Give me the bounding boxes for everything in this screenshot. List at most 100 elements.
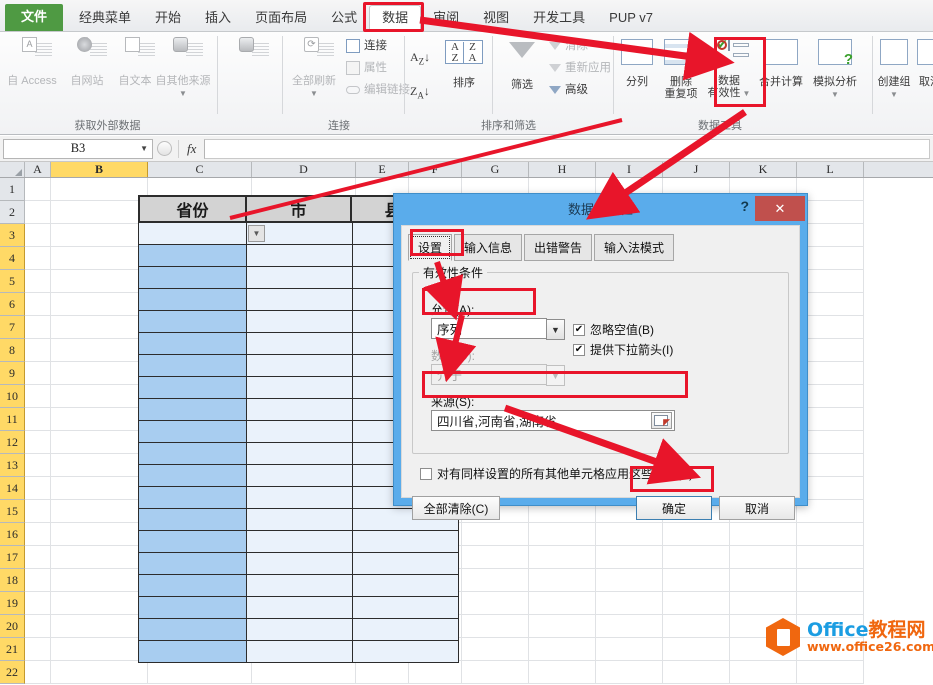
table-cell[interactable] <box>246 552 353 575</box>
button-sort-za[interactable]: ZA↓ <box>410 84 430 102</box>
grid-cell[interactable] <box>529 638 596 661</box>
table-cell[interactable] <box>138 530 247 553</box>
row-header-19[interactable]: 19 <box>0 592 25 615</box>
grid-cell[interactable] <box>730 546 797 569</box>
grid-cell[interactable] <box>596 569 663 592</box>
table-cell[interactable] <box>138 618 247 641</box>
table-cell[interactable] <box>138 552 247 575</box>
table-cell[interactable] <box>138 486 247 509</box>
column-header-c[interactable]: C <box>148 162 252 177</box>
range-selector-icon[interactable]: ◤ <box>651 412 672 429</box>
column-header-h[interactable]: H <box>529 162 596 177</box>
grid-cell[interactable] <box>529 569 596 592</box>
grid-cell[interactable] <box>51 431 148 454</box>
button-properties[interactable]: 属性 <box>346 61 387 75</box>
grid-cell[interactable] <box>25 477 51 500</box>
grid-cell[interactable] <box>596 661 663 684</box>
table-cell[interactable] <box>138 574 247 597</box>
button-group[interactable]: 创建组 ▼ <box>876 36 912 101</box>
button-what-if-analysis[interactable]: ? 模拟分析 ▼ <box>809 36 861 101</box>
button-refresh-all[interactable]: ⟳ 全部刷新 ▼ <box>285 36 343 100</box>
grid-cell[interactable] <box>356 661 409 684</box>
chevron-down-icon[interactable]: ▼ <box>809 89 861 101</box>
column-header-k[interactable]: K <box>730 162 797 177</box>
row-header-10[interactable]: 10 <box>0 385 25 408</box>
grid-cell[interactable] <box>51 201 148 224</box>
grid-cell[interactable] <box>51 247 148 270</box>
grid-cell[interactable] <box>25 339 51 362</box>
row-header-17[interactable]: 17 <box>0 546 25 569</box>
row-header-13[interactable]: 13 <box>0 454 25 477</box>
table-cell[interactable] <box>246 288 353 311</box>
grid-cell[interactable] <box>529 592 596 615</box>
table-cell[interactable] <box>246 640 353 663</box>
table-cell[interactable] <box>138 508 247 531</box>
grid-cell[interactable] <box>462 638 529 661</box>
button-ungroup[interactable]: 取消 <box>914 36 933 88</box>
grid-cell[interactable] <box>25 178 51 201</box>
table-cell[interactable] <box>138 354 247 377</box>
dialog-tab-ime-mode[interactable]: 输入法模式 <box>594 234 675 261</box>
grid-cell[interactable] <box>51 454 148 477</box>
grid-cell[interactable] <box>51 661 148 684</box>
table-cell[interactable] <box>138 464 247 487</box>
chevron-down-icon[interactable]: ▼ <box>546 365 565 386</box>
grid-cell[interactable] <box>51 316 148 339</box>
grid-cell[interactable] <box>51 178 148 201</box>
allow-combo[interactable]: 序列 ▼ <box>431 318 565 340</box>
grid-cell[interactable] <box>25 615 51 638</box>
row-header-14[interactable]: 14 <box>0 477 25 500</box>
grid-cell[interactable] <box>25 201 51 224</box>
table-cell[interactable] <box>138 640 247 663</box>
table-cell[interactable] <box>246 618 353 641</box>
tab-file[interactable]: 文件 <box>5 4 64 31</box>
table-cell[interactable] <box>138 244 247 267</box>
in-cell-dropdown-checkbox[interactable]: ✔ 提供下拉箭头(I) <box>573 341 673 358</box>
chevron-down-icon[interactable]: ▼ <box>150 88 216 100</box>
row-header-1[interactable]: 1 <box>0 178 25 201</box>
grid-cell[interactable] <box>596 592 663 615</box>
button-from-access[interactable]: A 自 Access <box>3 36 61 87</box>
row-header-2[interactable]: 2 <box>0 201 25 224</box>
tab-formulas[interactable]: 公式 <box>319 6 369 31</box>
formula-expand-button[interactable] <box>157 141 172 156</box>
grid-cell[interactable] <box>596 638 663 661</box>
row-header-8[interactable]: 8 <box>0 339 25 362</box>
grid-cell[interactable] <box>25 316 51 339</box>
grid-cell[interactable] <box>51 523 148 546</box>
ok-button[interactable]: 确定 <box>636 496 712 520</box>
grid-cell[interactable] <box>730 592 797 615</box>
chevron-down-icon[interactable]: ▼ <box>285 88 343 100</box>
grid-cell[interactable] <box>25 592 51 615</box>
grid-cell[interactable] <box>797 592 864 615</box>
grid-cell[interactable] <box>51 270 148 293</box>
grid-cell[interactable] <box>25 385 51 408</box>
grid-cell[interactable] <box>663 569 730 592</box>
table-cell[interactable] <box>138 332 247 355</box>
grid-cell[interactable] <box>25 431 51 454</box>
table-cell[interactable] <box>246 354 353 377</box>
table-cell[interactable] <box>246 530 353 553</box>
grid-cell[interactable] <box>51 569 148 592</box>
grid-cell[interactable] <box>25 293 51 316</box>
grid-cell[interactable] <box>51 638 148 661</box>
grid-cell[interactable] <box>462 661 529 684</box>
table-cell[interactable] <box>352 618 459 641</box>
tab-view[interactable]: 视图 <box>471 6 521 31</box>
grid-cell[interactable] <box>409 661 462 684</box>
grid-cell[interactable] <box>663 638 730 661</box>
grid-cell[interactable] <box>25 247 51 270</box>
data-combo[interactable]: 介于 ▼ <box>431 364 565 386</box>
grid-cell[interactable] <box>596 615 663 638</box>
grid-cell[interactable] <box>529 615 596 638</box>
dialog-tab-settings[interactable]: 设置 <box>408 234 453 261</box>
cancel-button[interactable]: 取消 <box>719 496 795 520</box>
grid-cell[interactable] <box>797 661 864 684</box>
chevron-down-icon[interactable]: ▼ <box>546 319 565 340</box>
grid-cell[interactable] <box>596 523 663 546</box>
grid-cell[interactable] <box>529 546 596 569</box>
table-cell[interactable] <box>138 442 247 465</box>
row-header-22[interactable]: 22 <box>0 661 25 684</box>
table-cell[interactable] <box>138 596 247 619</box>
button-remove-duplicates[interactable]: 删除 重复项 <box>659 36 703 100</box>
